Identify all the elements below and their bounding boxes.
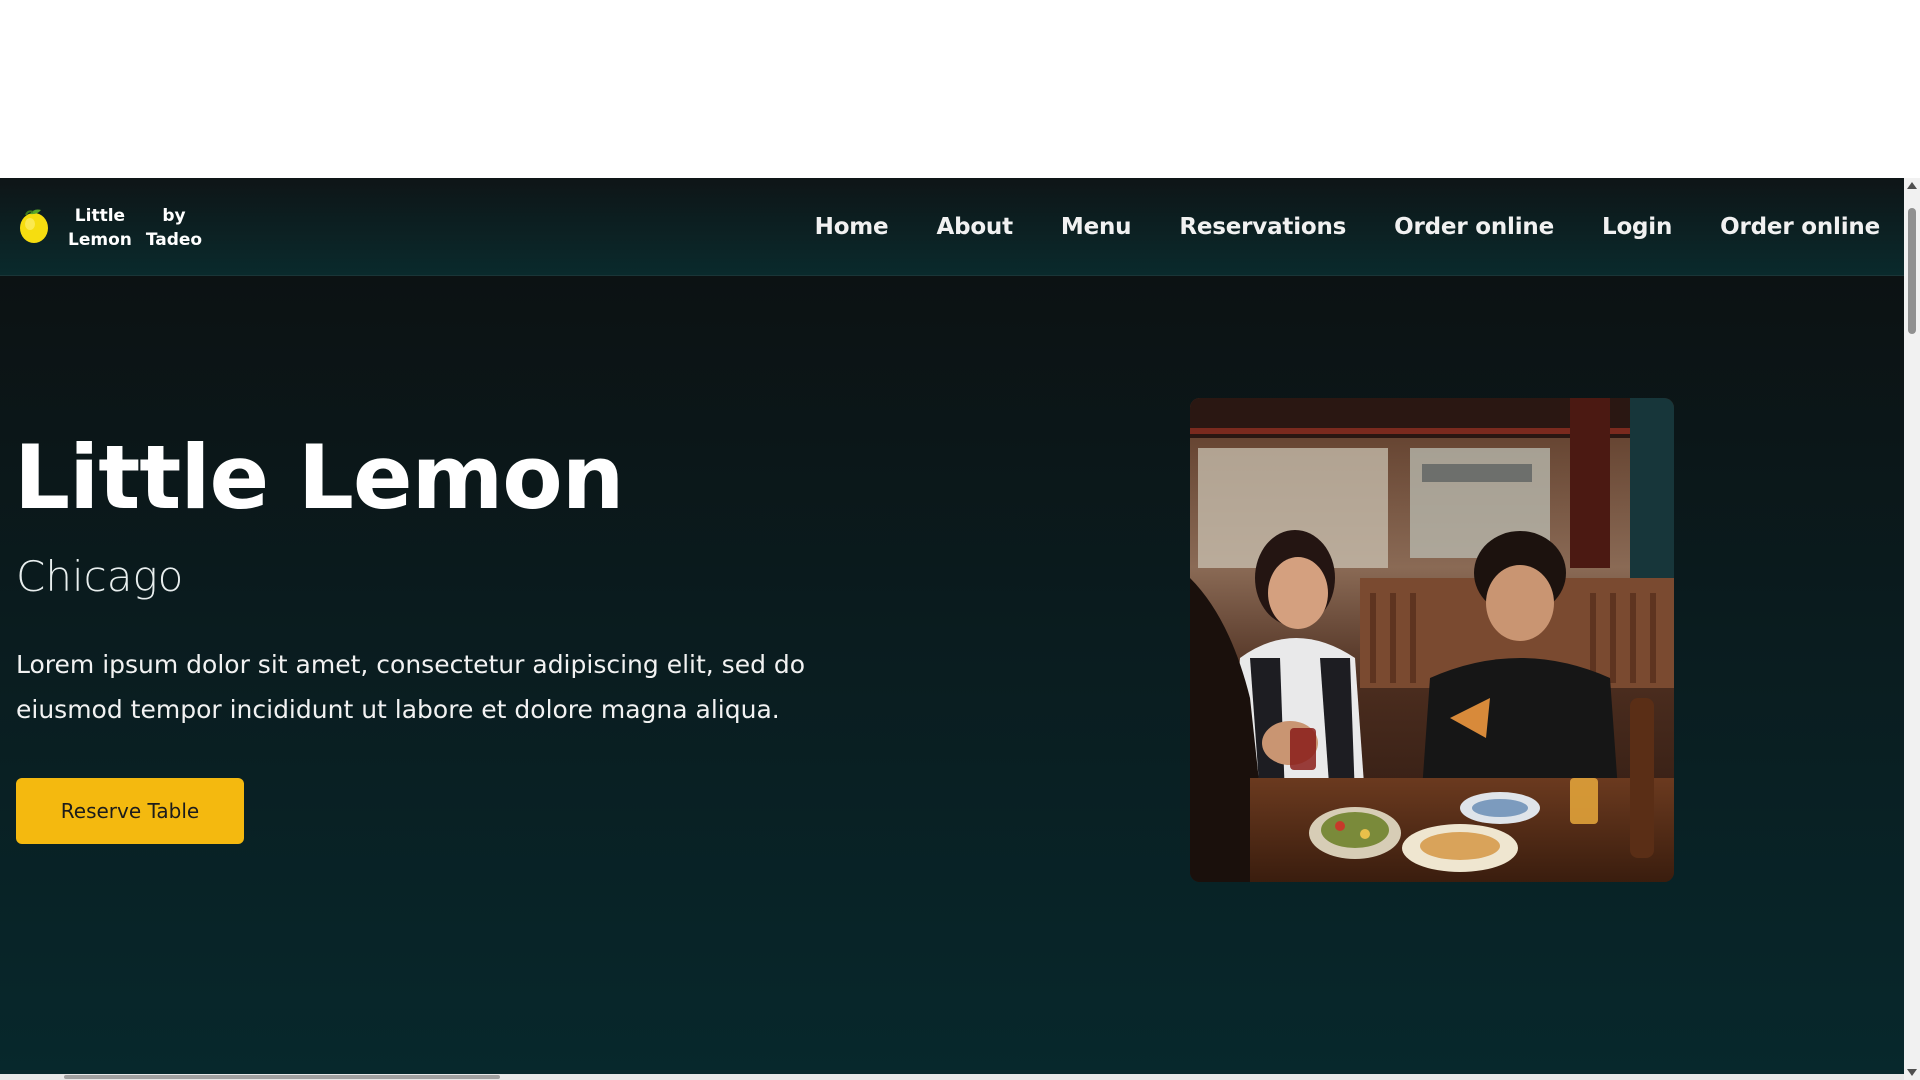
hero-title: Little Lemon <box>14 426 624 529</box>
main-nav: Home About Menu Reservations Order onlin… <box>815 178 1881 276</box>
restaurant-photo <box>1190 398 1674 882</box>
nav-menu[interactable]: Menu <box>1061 214 1132 240</box>
nav-home[interactable]: Home <box>815 214 889 240</box>
hero-section: Little Lemon Chicago Lorem ipsum dolor s… <box>0 276 1904 1080</box>
page: Little Lemon by Tadeo Home About Menu Re… <box>0 0 1920 1080</box>
horizontal-scrollbar[interactable] <box>0 1074 1904 1080</box>
nav-reservations[interactable]: Reservations <box>1179 214 1346 240</box>
scroll-up-arrow-icon[interactable] <box>1907 182 1917 189</box>
browser-viewport: Little Lemon by Tadeo Home About Menu Re… <box>0 178 1920 1080</box>
hero-subtitle: Chicago <box>16 552 184 601</box>
brand-column-2: by Tadeo <box>146 204 202 252</box>
horizontal-scroll-thumb[interactable] <box>64 1075 500 1079</box>
brand-word-little: Little <box>74 206 126 226</box>
brand-word-tadeo: Tadeo <box>145 230 203 250</box>
nav-order-online-2[interactable]: Order online <box>1720 214 1880 240</box>
lemon-icon[interactable] <box>16 206 52 246</box>
vertical-scrollbar[interactable] <box>1904 178 1920 1080</box>
reserve-table-button[interactable]: Reserve Table <box>16 778 244 844</box>
vertical-scroll-thumb[interactable] <box>1908 208 1916 334</box>
hero-description: Lorem ipsum dolor sit amet, consectetur … <box>16 650 806 724</box>
brand-word-lemon: Lemon <box>68 230 132 250</box>
nav-order-online[interactable]: Order online <box>1394 214 1554 240</box>
brand-name[interactable]: Little Lemon by Tadeo <box>68 204 202 252</box>
scroll-down-arrow-icon[interactable] <box>1907 1069 1917 1076</box>
nav-login[interactable]: Login <box>1602 214 1672 240</box>
brand-word-by: by <box>162 206 186 226</box>
nav-about[interactable]: About <box>936 214 1013 240</box>
brand-column-1: Little Lemon <box>68 204 132 252</box>
site-header: Little Lemon by Tadeo Home About Menu Re… <box>0 178 1904 276</box>
